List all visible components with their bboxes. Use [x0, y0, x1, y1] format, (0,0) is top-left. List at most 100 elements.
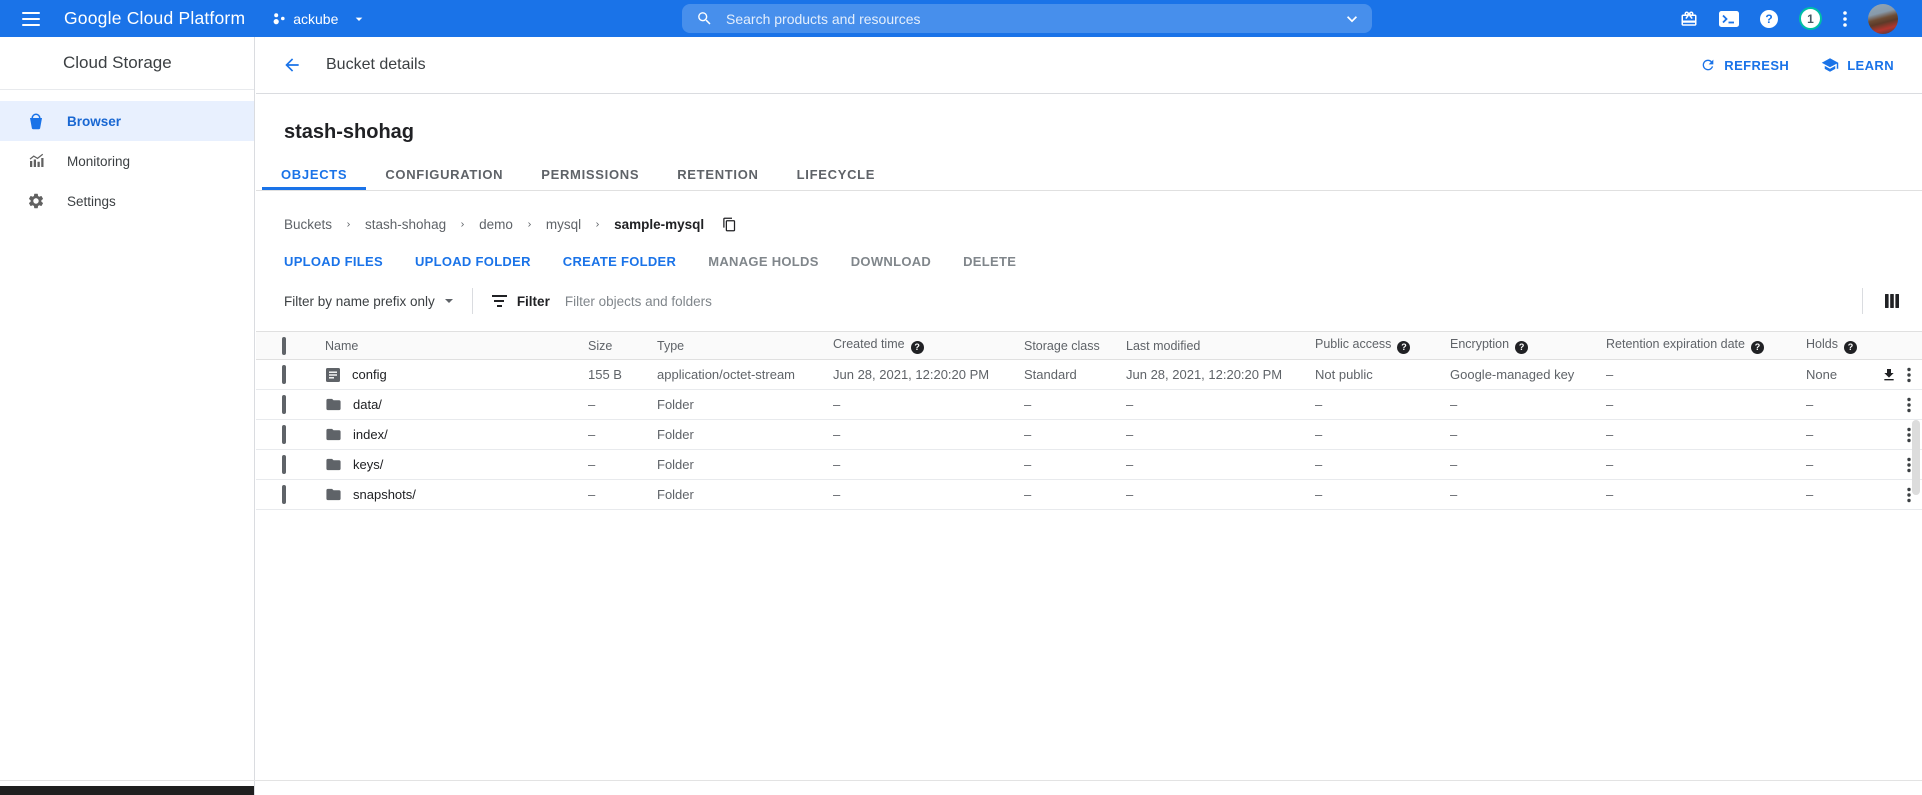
select-all-checkbox[interactable] — [282, 337, 286, 355]
dropdown-arrow-icon — [351, 11, 367, 27]
copy-path-button[interactable] — [722, 217, 737, 232]
help-icon[interactable] — [911, 341, 924, 354]
column-header-public-access[interactable]: Public access — [1315, 332, 1450, 360]
vertical-dots-icon — [1907, 457, 1911, 473]
create-folder-button[interactable]: CREATE FOLDER — [563, 254, 676, 269]
gift-icon[interactable] — [1680, 10, 1698, 28]
column-header-retention[interactable]: Retention expiration date — [1606, 332, 1806, 360]
divider — [1862, 288, 1863, 314]
row-checkbox[interactable] — [282, 485, 286, 504]
help-icon[interactable] — [1515, 341, 1528, 354]
gear-icon — [27, 192, 45, 210]
hamburger-menu-button[interactable] — [22, 12, 40, 26]
row-menu-button[interactable] — [1907, 487, 1911, 503]
sidebar-item-settings[interactable]: Settings — [0, 181, 254, 221]
gcp-logo[interactable]: Google Cloud Platform — [64, 8, 245, 29]
column-header-name[interactable]: Name — [325, 332, 588, 360]
object-link[interactable]: keys/ — [353, 457, 383, 472]
project-selector[interactable]: ackube — [272, 11, 367, 27]
vertical-dots-icon — [1907, 367, 1911, 383]
learn-button[interactable]: LEARN — [1821, 56, 1894, 74]
help-icon[interactable] — [1844, 341, 1857, 354]
tab-objects[interactable]: OBJECTS — [262, 161, 366, 190]
object-link[interactable]: snapshots/ — [353, 487, 416, 502]
object-link[interactable]: config — [352, 367, 387, 382]
chevron-right-icon — [458, 220, 467, 229]
row-menu-button[interactable] — [1907, 457, 1911, 473]
avatar[interactable] — [1868, 4, 1898, 34]
notification-count: 1 — [1807, 12, 1814, 26]
object-link[interactable]: index/ — [353, 427, 388, 442]
notifications-badge[interactable]: 1 — [1799, 7, 1822, 30]
row-checkbox[interactable] — [282, 365, 286, 384]
more-options-icon[interactable] — [1843, 11, 1847, 27]
column-header-size[interactable]: Size — [588, 332, 657, 360]
object-link[interactable]: data/ — [353, 397, 382, 412]
cell-last-modified: – — [1126, 450, 1315, 480]
breadcrumb-buckets[interactable]: Buckets — [284, 217, 332, 232]
tab-retention[interactable]: RETENTION — [658, 161, 777, 190]
objects-toolbar: UPLOAD FILES UPLOAD FOLDER CREATE FOLDER… — [284, 254, 1922, 269]
cell-last-modified: Jun 28, 2021, 12:20:20 PM — [1126, 360, 1315, 390]
table-row: index/ – Folder – – – – – – – — [256, 420, 1922, 450]
upload-files-button[interactable]: UPLOAD FILES — [284, 254, 383, 269]
row-checkbox[interactable] — [282, 455, 286, 474]
help-icon[interactable] — [1751, 341, 1764, 354]
breadcrumb-current: sample-mysql — [614, 217, 704, 232]
cell-size: – — [588, 450, 657, 480]
column-header-storage-class[interactable]: Storage class — [1024, 332, 1126, 360]
refresh-button[interactable]: REFRESH — [1700, 56, 1789, 74]
column-header-encryption[interactable]: Encryption — [1450, 332, 1606, 360]
column-header-last-modified[interactable]: Last modified — [1126, 332, 1315, 360]
filter-label: Filter — [517, 294, 550, 309]
tab-lifecycle[interactable]: LIFECYCLE — [778, 161, 895, 190]
project-name: ackube — [293, 11, 338, 27]
column-display-options-button[interactable] — [1882, 292, 1902, 310]
row-menu-button[interactable] — [1907, 427, 1911, 443]
main-content: Bucket details REFRESH LEARN stash-shoha… — [256, 37, 1922, 795]
row-menu-button[interactable] — [1907, 367, 1911, 383]
tab-configuration[interactable]: CONFIGURATION — [366, 161, 522, 190]
tab-permissions[interactable]: PERMISSIONS — [522, 161, 658, 190]
sidebar-item-monitoring[interactable]: Monitoring — [0, 141, 254, 181]
breadcrumb-bucket[interactable]: stash-shohag — [365, 217, 446, 232]
cloud-shell-icon[interactable] — [1719, 11, 1739, 27]
cell-created: – — [833, 390, 1024, 420]
sidebar-item-label: Monitoring — [67, 154, 130, 169]
sidebar-item-browser[interactable]: Browser — [0, 101, 254, 141]
scrollbar-thumb[interactable] — [1912, 420, 1920, 495]
row-checkbox[interactable] — [282, 395, 286, 414]
cell-holds: – — [1806, 450, 1876, 480]
cell-type: application/octet-stream — [657, 360, 833, 390]
cell-public-access: Not public — [1315, 360, 1450, 390]
vertical-dots-icon — [1907, 487, 1911, 503]
search-expand-icon[interactable] — [1342, 9, 1362, 29]
breadcrumb-mysql[interactable]: mysql — [546, 217, 581, 232]
column-header-holds[interactable]: Holds — [1806, 332, 1876, 360]
manage-holds-button[interactable]: MANAGE HOLDS — [708, 254, 819, 269]
breadcrumb-demo[interactable]: demo — [479, 217, 513, 232]
filter-bar: Filter by name prefix only Filter — [256, 283, 1922, 319]
search-input[interactable] — [726, 11, 1342, 27]
delete-button[interactable]: DELETE — [963, 254, 1016, 269]
upload-folder-button[interactable]: UPLOAD FOLDER — [415, 254, 531, 269]
global-search — [682, 4, 1372, 33]
column-header-type[interactable]: Type — [657, 332, 833, 360]
viewport-bottom-line — [0, 780, 1922, 781]
sidebar-header: Cloud Storage — [0, 37, 254, 90]
help-icon[interactable] — [1397, 341, 1410, 354]
column-header-created[interactable]: Created time — [833, 332, 1024, 360]
download-object-button[interactable] — [1881, 367, 1897, 383]
filter-scope-dropdown[interactable]: Filter by name prefix only — [284, 294, 453, 309]
help-icon[interactable]: ? — [1760, 10, 1778, 28]
row-checkbox[interactable] — [282, 425, 286, 444]
back-button[interactable] — [282, 55, 302, 75]
breadcrumb: Buckets stash-shohag demo mysql sample-m… — [284, 217, 1922, 232]
vertical-dots-icon — [1907, 427, 1911, 443]
row-menu-button[interactable] — [1907, 397, 1911, 413]
download-icon — [1881, 367, 1897, 383]
monitoring-chart-icon — [27, 152, 45, 170]
filter-input[interactable] — [565, 294, 1843, 309]
refresh-label: REFRESH — [1724, 58, 1789, 73]
download-button[interactable]: DOWNLOAD — [851, 254, 931, 269]
